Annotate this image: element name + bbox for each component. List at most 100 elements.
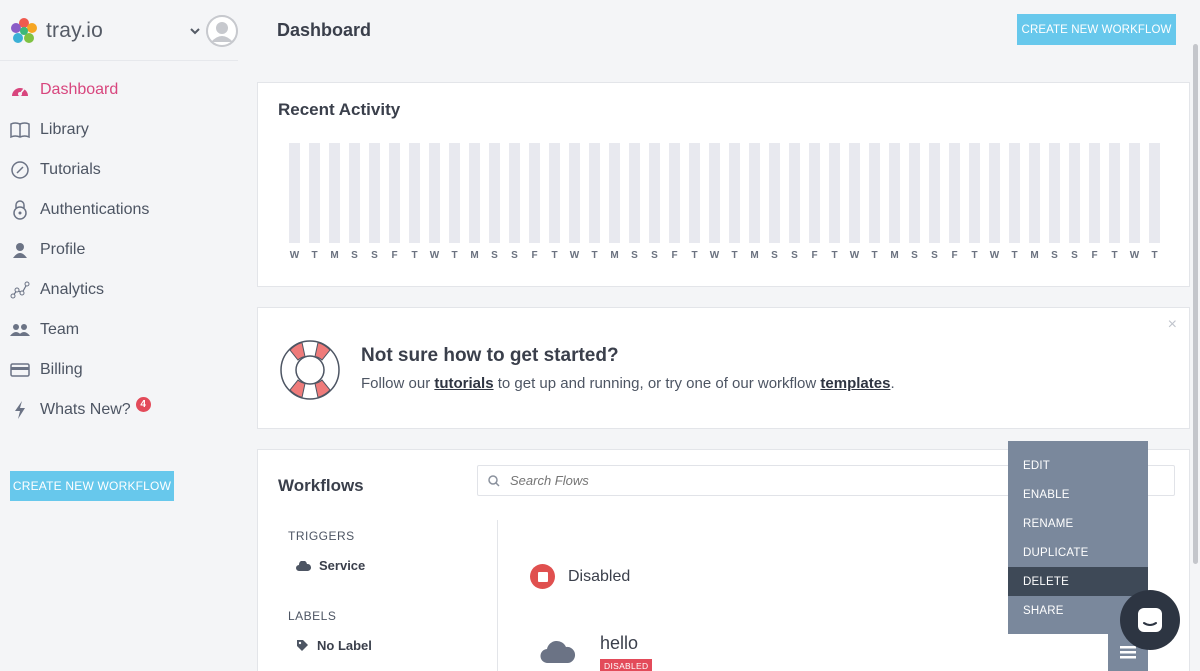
day-label: S xyxy=(931,250,938,261)
avatar[interactable] xyxy=(206,15,238,47)
hamburger-icon xyxy=(1120,645,1136,658)
filter-label-none[interactable]: No Label xyxy=(296,638,372,653)
chat-widget-button[interactable] xyxy=(1120,590,1180,650)
tutorials-link[interactable]: tutorials xyxy=(434,375,493,392)
workflows-title: Workflows xyxy=(278,476,364,495)
activity-bar xyxy=(709,143,720,243)
brand[interactable]: tray.io xyxy=(10,14,103,48)
activity-bar xyxy=(849,143,860,243)
day-label: W xyxy=(709,250,720,261)
user-icon xyxy=(10,240,30,260)
day-label: F xyxy=(811,250,818,261)
close-icon[interactable]: × xyxy=(1168,316,1177,334)
activity-bar xyxy=(389,143,400,243)
getting-started-heading: Not sure how to get started? xyxy=(361,345,619,366)
status-group-disabled: Disabled xyxy=(530,564,630,589)
day-label: S xyxy=(1051,250,1058,261)
activity-bar xyxy=(509,143,520,243)
activity-bar xyxy=(1049,143,1060,243)
filter-trigger-service[interactable]: Service xyxy=(296,558,365,573)
activity-bar xyxy=(449,143,460,243)
sidebar-item-billing[interactable]: Billing xyxy=(0,350,240,390)
filter-column: TRIGGERS Service LABELS No Label xyxy=(258,520,498,671)
sidebar-divider xyxy=(0,60,238,61)
sidebar-item-whats-new[interactable]: Whats New? 4 xyxy=(0,390,240,430)
sidebar-create-workflow-button[interactable]: CREATE NEW WORKFLOW xyxy=(10,471,174,501)
day-label: T xyxy=(1011,250,1018,261)
activity-bar xyxy=(669,143,680,243)
page-scrollbar[interactable] xyxy=(1192,0,1200,671)
sidebar-item-profile[interactable]: Profile xyxy=(0,230,240,270)
cloud-icon xyxy=(540,640,576,664)
day-label: M xyxy=(890,250,899,261)
workflow-name[interactable]: hello xyxy=(600,633,638,654)
day-label: F xyxy=(1091,250,1098,261)
recent-activity-title: Recent Activity xyxy=(278,100,401,119)
activity-bar xyxy=(1009,143,1020,243)
day-label: M xyxy=(750,250,759,261)
activity-bar xyxy=(1149,143,1160,243)
sidebar-item-team[interactable]: Team xyxy=(0,310,240,350)
dashboard-icon xyxy=(10,80,30,100)
sidebar-item-dashboard[interactable]: Dashboard xyxy=(0,70,240,110)
menu-item-edit[interactable]: EDIT xyxy=(1008,451,1148,480)
day-label: T xyxy=(451,250,458,261)
day-label: T xyxy=(831,250,838,261)
menu-item-enable[interactable]: ENABLE xyxy=(1008,480,1148,509)
activity-bar xyxy=(809,143,820,243)
day-label: F xyxy=(391,250,398,261)
day-label: W xyxy=(569,250,580,261)
day-label: W xyxy=(289,250,300,261)
day-label: T xyxy=(691,250,698,261)
day-label: S xyxy=(1071,250,1078,261)
day-label: T xyxy=(731,250,738,261)
life-ring-icon xyxy=(280,340,340,400)
create-workflow-button[interactable]: CREATE NEW WORKFLOW xyxy=(1017,14,1176,45)
user-avatar-icon xyxy=(206,15,238,47)
sidebar-item-tutorials[interactable]: Tutorials xyxy=(0,150,240,190)
day-label: F xyxy=(951,250,958,261)
day-label: W xyxy=(429,250,440,261)
activity-bar xyxy=(1069,143,1080,243)
sidebar-item-library[interactable]: Library xyxy=(0,110,240,150)
sidebar-item-label: Library xyxy=(40,121,89,138)
status-badge: DISABLED xyxy=(600,659,653,671)
templates-link[interactable]: templates xyxy=(820,375,890,392)
chevron-down-icon[interactable] xyxy=(190,26,200,36)
day-label: S xyxy=(791,250,798,261)
activity-bar xyxy=(1109,143,1120,243)
sidebar-item-authentications[interactable]: Authentications xyxy=(0,190,240,230)
filter-label: Service xyxy=(319,558,366,573)
activity-bar xyxy=(889,143,900,243)
activity-bar xyxy=(909,143,920,243)
activity-bar xyxy=(729,143,740,243)
activity-bar xyxy=(549,143,560,243)
text-fragment: to get up and running, or try one of our… xyxy=(493,375,821,392)
filter-label: No Label xyxy=(317,638,372,653)
tag-icon xyxy=(296,639,309,652)
day-label: F xyxy=(531,250,538,261)
activity-bar xyxy=(309,143,320,243)
status-label: Disabled xyxy=(568,567,631,585)
day-label: T xyxy=(311,250,318,261)
sidebar-item-label: Tutorials xyxy=(40,161,101,178)
lightning-icon xyxy=(10,400,30,420)
menu-item-duplicate[interactable]: DUPLICATE xyxy=(1008,538,1148,567)
day-label: M xyxy=(470,250,479,261)
scrollbar-thumb[interactable] xyxy=(1193,44,1198,564)
sidebar-item-label: Authentications xyxy=(40,201,150,218)
stop-icon xyxy=(530,564,555,589)
activity-bar xyxy=(589,143,600,243)
activity-bar xyxy=(969,143,980,243)
activity-bar xyxy=(649,143,660,243)
sidebar-item-label: Dashboard xyxy=(40,81,119,98)
menu-item-delete[interactable]: DELETE xyxy=(1008,567,1148,596)
credit-card-icon xyxy=(10,360,30,380)
labels-heading: LABELS xyxy=(288,609,337,623)
activity-bar xyxy=(929,143,940,243)
text-fragment: . xyxy=(890,375,895,392)
menu-item-rename[interactable]: RENAME xyxy=(1008,509,1148,538)
sidebar-item-analytics[interactable]: Analytics xyxy=(0,270,240,310)
account-menu[interactable] xyxy=(190,15,238,47)
getting-started-card: Not sure how to get started? Follow our … xyxy=(257,307,1190,429)
